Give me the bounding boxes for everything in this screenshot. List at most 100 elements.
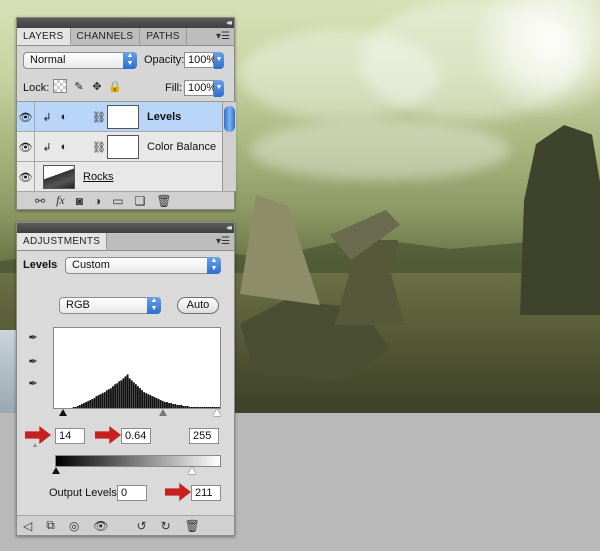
layer-row-color-balance[interactable]: 👁 ↲ ◐ ⛓ Color Balance (17, 132, 229, 162)
collapse-icon[interactable]: ◂◂ (226, 223, 232, 233)
white-input-handle[interactable] (213, 409, 221, 416)
mask-icon[interactable]: ◙ (76, 194, 83, 208)
input-white-field[interactable]: 255 (189, 428, 219, 444)
histogram-bar (174, 404, 177, 408)
histogram-bar (195, 407, 197, 408)
adjustment-type-label: Levels (23, 259, 58, 271)
white-point-eyedropper-icon[interactable]: ✒ (25, 375, 41, 391)
trash-icon[interactable]: 🗑 (185, 519, 200, 533)
eye-icon[interactable]: 👁 (17, 132, 35, 162)
histogram-bar (147, 394, 150, 408)
select-arrows-icon: ▲ ▼ (123, 52, 137, 69)
layer-thumbnail[interactable] (43, 165, 75, 189)
layer-row-levels[interactable]: 👁 ↲ ◐ ⛓ Levels (17, 102, 229, 132)
output-white-field[interactable]: 211 (191, 485, 221, 501)
tab-adjustments[interactable]: ADJUSTMENTS (17, 233, 108, 250)
input-gamma-field[interactable]: 0.64 (121, 428, 151, 444)
dropdown-arrow-icon: ▼ (214, 80, 224, 97)
layers-panel: ◂◂ LAYERS CHANNELS PATHS ▾☰ Normal ▲ ▼ Op… (16, 17, 236, 210)
adjustments-panel-titlebar[interactable]: ◂◂ (17, 223, 234, 233)
reset-icon[interactable]: ↻ (161, 519, 171, 533)
channel-select[interactable]: RGB ▲ ▼ (59, 297, 161, 314)
lock-label: Lock: (23, 82, 50, 94)
clip-arrow-icon: ↲ (42, 141, 52, 154)
layers-panel-tabs: LAYERS CHANNELS PATHS ▾☰ (17, 28, 234, 46)
input-black-field[interactable]: 14 (55, 428, 85, 444)
histogram-bar (124, 376, 127, 408)
panel-menu-icon[interactable]: ▾☰ (216, 236, 230, 247)
lock-all-icon[interactable]: 🔒 (108, 79, 122, 93)
histogram-bar (137, 386, 139, 408)
canvas-edge (0, 330, 16, 413)
layer-name: Color Balance (147, 141, 217, 153)
layer-mask-thumbnail[interactable] (107, 105, 139, 129)
clip-icon[interactable]: ◎ (69, 519, 79, 533)
histogram-bar (201, 407, 204, 408)
histogram-bar (114, 384, 117, 408)
output-slider-track[interactable] (52, 467, 221, 475)
new-layer-icon[interactable]: ❑ (135, 194, 146, 208)
histogram-bar (163, 402, 166, 408)
opacity-field[interactable]: 100% (184, 52, 216, 68)
input-slider-track[interactable] (55, 409, 221, 417)
lock-position-icon[interactable]: ✥ (90, 79, 104, 93)
folder-icon[interactable]: ▭ (112, 194, 123, 208)
eye-icon[interactable]: 👁 (17, 162, 35, 191)
dropdown-arrow-icon: ▼ (214, 52, 224, 69)
black-point-eyedropper-icon[interactable]: ✒ (25, 329, 41, 345)
layer-name: Levels (147, 111, 182, 123)
layers-bottom-toolbar: ⚯ fx ◙ ◑ ▭ ❑ 🗑 (17, 191, 234, 209)
scrollbar-thumb[interactable] (224, 106, 235, 132)
histogram-bar (190, 407, 193, 408)
tab-layers[interactable]: LAYERS (17, 28, 71, 45)
histogram-bar (95, 396, 98, 408)
histogram-bar (207, 407, 210, 408)
adjustments-panel: ◂◂ ADJUSTMENTS ▾☰ Levels Custom ▲ ▼ RGB ▲… (16, 222, 235, 536)
layers-panel-titlebar[interactable]: ◂◂ (17, 18, 234, 28)
fill-field[interactable]: 100% (184, 80, 216, 96)
back-icon[interactable]: ◁ (23, 519, 32, 533)
layer-name: Rocks (83, 171, 114, 183)
layers-scrollbar[interactable] (222, 102, 236, 191)
black-input-handle[interactable] (59, 409, 67, 416)
fill-dropdown[interactable]: ▼ (214, 80, 224, 97)
histogram-bar (172, 404, 175, 408)
select-arrows-icon: ▲ ▼ (147, 297, 161, 314)
blend-mode-select[interactable]: Normal ▲ ▼ (23, 52, 137, 69)
opacity-dropdown[interactable]: ▼ (214, 52, 224, 69)
trash-icon[interactable]: 🗑 (156, 194, 171, 208)
layer-mask-thumbnail[interactable] (107, 135, 139, 159)
lock-image-icon[interactable]: ✎ (72, 79, 86, 93)
collapse-icon[interactable]: ◂◂ (226, 18, 232, 28)
white-output-handle[interactable] (188, 467, 196, 474)
histogram-bar (72, 407, 75, 408)
panel-menu-icon[interactable]: ▾☰ (216, 31, 230, 42)
lock-transparent-icon[interactable] (53, 79, 67, 93)
preset-select[interactable]: Custom ▲ ▼ (65, 257, 221, 274)
adjustment-icon[interactable]: ◑ (94, 194, 101, 208)
histogram-bar (159, 400, 162, 408)
black-output-handle[interactable] (52, 467, 60, 474)
previous-state-icon[interactable]: ↺ (137, 519, 147, 533)
histogram-bar (116, 383, 119, 408)
preset-value: Custom (72, 259, 110, 271)
output-black-field[interactable]: 0 (117, 485, 147, 501)
expand-icon[interactable]: ⧉ (46, 518, 55, 533)
link-icon[interactable]: ⚯ (35, 194, 45, 208)
tab-channels[interactable]: CHANNELS (71, 28, 141, 45)
tab-paths[interactable]: PATHS (140, 28, 187, 45)
layer-row-rocks[interactable]: 👁 Rocks (17, 162, 229, 191)
histogram-bar (215, 407, 218, 408)
histogram-bar (143, 392, 146, 408)
visibility-icon[interactable]: 👁 (93, 519, 108, 533)
histogram-bar (80, 404, 83, 408)
gamma-input-handle[interactable] (159, 409, 167, 416)
eye-icon[interactable]: 👁 (17, 102, 35, 132)
fill-label: Fill: (165, 82, 183, 94)
histogram-bar (112, 386, 114, 408)
gray-point-eyedropper-icon[interactable]: ✒ (25, 353, 41, 369)
auto-button[interactable]: Auto (177, 297, 219, 314)
histogram-bar (76, 406, 79, 408)
fx-icon[interactable]: fx (56, 193, 65, 208)
histogram-bar (99, 394, 102, 408)
